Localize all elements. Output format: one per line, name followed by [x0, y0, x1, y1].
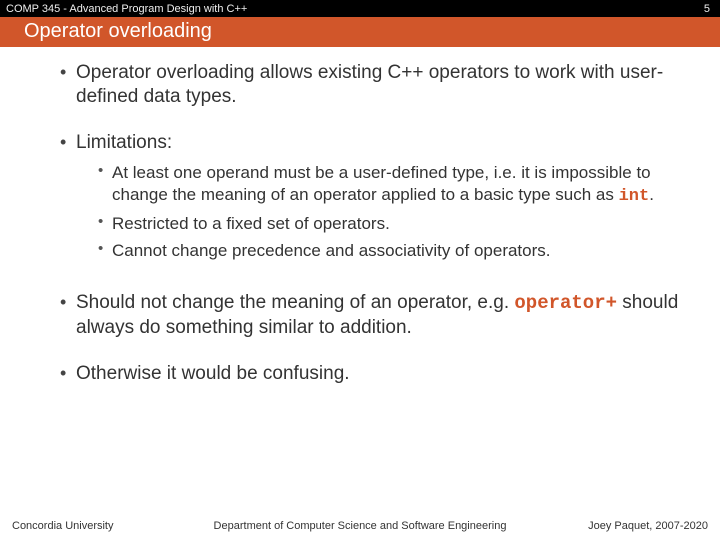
footer-left: Concordia University	[12, 520, 113, 532]
sub-bullet-1: At least one operand must be a user-defi…	[98, 162, 700, 207]
code-int: int	[619, 187, 650, 206]
footer-center: Department of Computer Science and Softw…	[214, 520, 507, 532]
code-operator-plus: operator+	[514, 292, 617, 314]
text: Should not change the meaning of an oper…	[76, 292, 514, 313]
sub-list: At least one operand must be a user-defi…	[98, 162, 700, 261]
course-label: COMP 345 - Advanced Program Design with …	[6, 3, 247, 15]
bullet-intro: Operator overloading allows existing C++…	[64, 61, 700, 109]
bullet-list: Operator overloading allows existing C++…	[24, 61, 700, 386]
top-bar: COMP 345 - Advanced Program Design with …	[0, 0, 720, 17]
sub-bullet-3: Cannot change precedence and associativi…	[98, 240, 700, 261]
text: Operator overloading allows existing C++…	[76, 62, 663, 107]
slide-content: Operator overloading allows existing C++…	[0, 47, 720, 386]
slide-title: Operator overloading	[24, 20, 212, 42]
bullet-otherwise: Otherwise it would be confusing.	[64, 362, 700, 386]
text: Limitations:	[76, 132, 172, 153]
footer-right: Joey Paquet, 2007-2020	[588, 520, 708, 532]
bullet-limitations: Limitations: At least one operand must b…	[64, 131, 700, 262]
footer: Concordia University Department of Compu…	[0, 520, 720, 540]
page-number: 5	[704, 3, 710, 15]
text: Cannot change precedence and associativi…	[112, 241, 551, 260]
bullet-should-not: Should not change the meaning of an oper…	[64, 291, 700, 340]
text: Restricted to a fixed set of operators.	[112, 214, 390, 233]
slide: COMP 345 - Advanced Program Design with …	[0, 0, 720, 540]
sub-bullet-2: Restricted to a fixed set of operators.	[98, 213, 700, 234]
text: Otherwise it would be confusing.	[76, 363, 350, 384]
text: .	[649, 185, 654, 204]
text: At least one operand must be a user-defi…	[112, 163, 651, 203]
title-bar: Operator overloading	[0, 17, 720, 47]
